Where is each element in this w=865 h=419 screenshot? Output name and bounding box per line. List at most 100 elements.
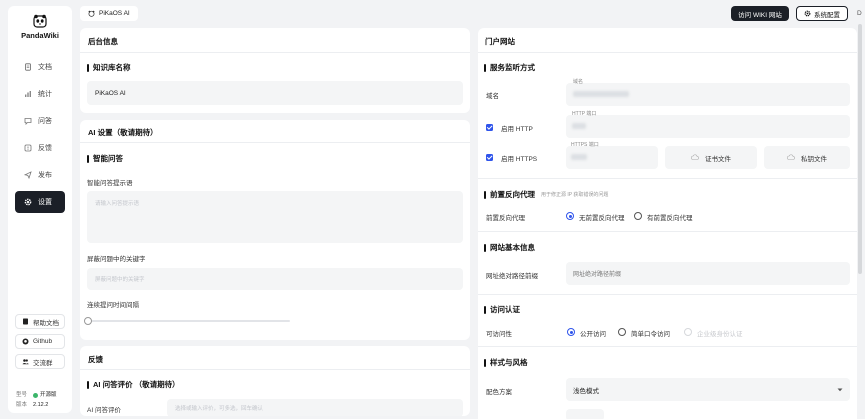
divider (478, 294, 857, 295)
base-path-input[interactable]: 网址绝对路径前缀 (566, 262, 850, 285)
theme-select[interactable]: 浅色模式 (566, 378, 850, 401)
visibility-enterprise-label[interactable]: 企业级身份认证 (697, 328, 743, 338)
http-port-redacted (572, 123, 586, 129)
interval-label: 连续提问时间间隔 (87, 302, 139, 309)
backend-panel: 后台信息 知识库名称 PiKaOS AI (80, 28, 470, 113)
domain-hint: 域名 (573, 79, 584, 85)
domain-value-redacted (573, 91, 629, 97)
github-link[interactable]: Github (15, 334, 65, 349)
sidebar-item-stats[interactable]: 统计 (15, 83, 65, 105)
sidebar-links: 帮助文档 Github 交流群 (15, 314, 65, 374)
visibility-password-label[interactable]: 简单口令访问 (631, 328, 670, 338)
prompt-textarea[interactable]: 请输入问答提示语 (87, 191, 463, 243)
sidebar-item-label: 发布 (38, 172, 52, 179)
sidebar-item-qa[interactable]: 问答 (15, 110, 65, 132)
app-name: PandaWiki (21, 31, 59, 40)
proxy-yes-label[interactable]: 有前置反向代理 (647, 212, 693, 222)
proxy-hint: 用于修正源 IP 获取错误的问题 (541, 192, 609, 198)
domain-label: 域名 (486, 93, 499, 100)
edition-badge: 开源版 (33, 390, 57, 400)
portal-panel-title: 门户网站 (485, 37, 515, 46)
system-config-button[interactable]: 系统配置 (796, 6, 848, 21)
kb-name-input[interactable]: PiKaOS AI (87, 81, 463, 105)
http-port-hint: HTTP 端口 (572, 111, 597, 117)
ai-settings-panel: AI 设置（敬请期待） 智能问答 智能问答提示语 请输入问答提示语 屏蔽问题中的… (80, 120, 470, 340)
gear-icon (804, 10, 811, 17)
proxy-section: 前置反向代理 用于修正源 IP 获取错误的问题 (484, 189, 608, 200)
proxy-none-radio[interactable] (566, 212, 574, 220)
cert-file-button[interactable]: 证书文件 (665, 146, 757, 169)
base-path-label: 网址绝对路径前缀 (486, 273, 538, 280)
sidebar-item-feedback[interactable]: 反馈 (15, 137, 65, 159)
chat-icon (24, 118, 32, 125)
interval-slider-thumb[interactable] (84, 317, 92, 325)
sidebar-item-label: 反馈 (38, 145, 52, 152)
section-bar (87, 154, 89, 163)
send-icon (24, 171, 32, 179)
visibility-label: 可访问性 (486, 331, 512, 338)
group-link[interactable]: 交流群 (15, 354, 65, 369)
section-bar (87, 63, 89, 72)
proxy-yes-radio[interactable] (634, 212, 642, 220)
section-bar (484, 190, 486, 199)
http-port-input[interactable]: HTTP 端口 (566, 111, 850, 138)
https-port-redacted (571, 154, 587, 160)
site-section: 网站基本信息 (484, 242, 535, 253)
github-icon (22, 338, 29, 345)
portal-panel: 门户网站 服务监听方式 域名 域名 启用 HTTP HTTP 端口 启用 HTT… (478, 28, 857, 419)
backend-panel-title: 后台信息 (88, 37, 118, 46)
proxy-none-label[interactable]: 无前置反向代理 (579, 212, 625, 222)
visibility-public-radio[interactable] (567, 328, 575, 336)
visibility-password-radio[interactable] (618, 328, 626, 336)
ai-eval-section: AI 问答评价 （敬请期待） (87, 379, 180, 390)
app-logo[interactable]: PandaWiki (8, 14, 72, 40)
interval-slider-track[interactable] (88, 320, 290, 322)
http-checkbox[interactable] (486, 124, 493, 131)
gear-icon (24, 198, 32, 206)
key-file-button[interactable]: 私钥文件 (764, 146, 850, 169)
chart-icon (25, 91, 31, 97)
section-bar (484, 243, 486, 252)
block-keywords-input[interactable]: 屏蔽问题中的关键字 (87, 268, 463, 290)
visit-wiki-button[interactable]: 访问 WIKI 网站 (731, 6, 789, 21)
divider (80, 52, 470, 53)
visibility-enterprise-radio[interactable] (684, 328, 692, 336)
domain-input[interactable]: 域名 (566, 79, 850, 106)
dropdown-arrow-icon (837, 388, 843, 392)
panda-logo-icon (33, 14, 47, 28)
smart-qa-section: 智能问答 (87, 153, 123, 164)
sidebar-item-settings[interactable]: 设置 (15, 191, 65, 213)
sidebar-item-docs[interactable]: 文档 (15, 56, 65, 78)
section-bar (484, 358, 486, 367)
divider (80, 369, 470, 370)
section-bar (87, 380, 89, 389)
sidebar-item-publish[interactable]: 发布 (15, 164, 65, 186)
block-keywords-label: 屏蔽问题中的关键字 (87, 256, 146, 263)
https-checkbox[interactable] (486, 154, 493, 161)
theme-label: 配色方案 (486, 389, 512, 396)
prompt-label: 智能问答提示语 (87, 180, 133, 187)
https-port-input[interactable]: HTTPS 端口 (566, 142, 658, 169)
ai-eval-input[interactable]: 选择或输入评价，可多选，回车确认 (167, 399, 463, 416)
version-info: 型号 开源版 版本 2.12.2 (16, 390, 57, 408)
page-scrollbar[interactable] (857, 24, 863, 414)
kb-selector[interactable]: PiKaOS AI (80, 6, 138, 21)
upload-icon (787, 154, 795, 160)
divider (478, 52, 857, 53)
feedback-panel-title: 反馈 (88, 355, 103, 364)
section-bar (484, 305, 486, 314)
partial-field[interactable] (566, 409, 604, 419)
https-label: 启用 HTTPS (501, 156, 538, 163)
visibility-public-label[interactable]: 公开访问 (580, 328, 606, 338)
book-icon (23, 318, 28, 325)
document-icon (25, 63, 31, 71)
sidebar-item-label: 问答 (38, 118, 52, 125)
listen-section: 服务监听方式 (484, 62, 535, 73)
feedback-panel: 反馈 AI 问答评价 （敬请期待） AI 问答评价 选择或输入评价，可多选，回车… (80, 346, 470, 416)
help-docs-link[interactable]: 帮助文档 (15, 314, 65, 329)
scrollbar-thumb[interactable] (858, 24, 862, 274)
upload-icon (691, 154, 699, 160)
divider (478, 231, 857, 232)
feedback-icon (24, 144, 32, 152)
sidebar-item-label: 统计 (38, 91, 52, 98)
